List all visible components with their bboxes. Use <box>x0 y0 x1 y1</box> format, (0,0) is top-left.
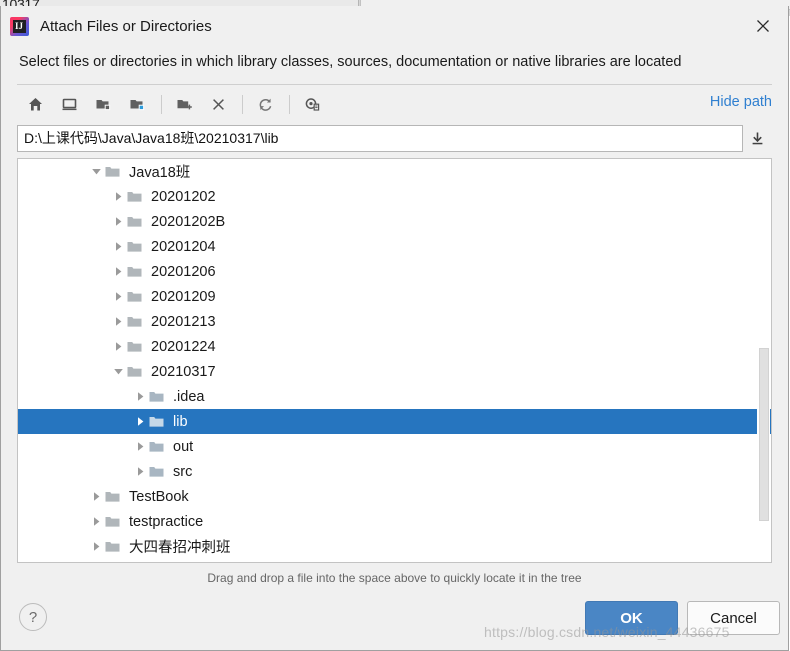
tree-row[interactable]: 20201224 <box>18 334 771 359</box>
tree-node-label: 20201202B <box>151 214 225 230</box>
tree-row[interactable]: 20201202 <box>18 184 771 209</box>
folder-icon <box>149 459 169 484</box>
folder-icon <box>105 534 125 559</box>
tree-node-label: out <box>173 439 193 455</box>
path-field-row <box>17 125 772 152</box>
tree-row[interactable]: 20201213 <box>18 309 771 334</box>
tree-node-label: src <box>173 464 192 480</box>
folder-icon <box>127 234 147 259</box>
tree-node-label: 20210317 <box>151 364 216 380</box>
toolbar-separator-3 <box>289 95 290 114</box>
tree-node-label: Java18班 <box>129 161 190 182</box>
toolbar-separator-1 <box>161 95 162 114</box>
chevron-right-icon[interactable] <box>132 409 149 434</box>
tree-row[interactable]: 20201206 <box>18 259 771 284</box>
tree-node-label: 20201204 <box>151 239 216 255</box>
cancel-button[interactable]: Cancel <box>687 601 780 635</box>
show-hidden-icon[interactable] <box>297 90 328 119</box>
tree-node-label: .idea <box>173 389 204 405</box>
folder-icon <box>127 309 147 334</box>
module-folder-icon[interactable] <box>122 90 153 119</box>
desktop-icon[interactable] <box>54 90 85 119</box>
folder-icon <box>127 359 147 384</box>
tree-node-label: lib <box>173 414 188 430</box>
delete-icon[interactable] <box>203 90 234 119</box>
home-icon[interactable] <box>20 90 51 119</box>
chevron-right-icon[interactable] <box>88 534 105 559</box>
folder-icon <box>127 184 147 209</box>
drag-drop-hint: Drag and drop a file into the space abov… <box>1 571 788 585</box>
dialog-title: Attach Files or Directories <box>40 18 212 35</box>
tree-row[interactable]: lib <box>18 409 771 434</box>
chevron-right-icon[interactable] <box>132 459 149 484</box>
folder-icon <box>127 334 147 359</box>
tree-row[interactable]: 20201204 <box>18 234 771 259</box>
tree-node-label: 20201206 <box>151 264 216 280</box>
hide-path-link[interactable]: Hide path <box>710 94 772 110</box>
folder-icon <box>127 284 147 309</box>
chevron-right-icon[interactable] <box>88 484 105 509</box>
toolbar-separator-2 <box>242 95 243 114</box>
chevron-right-icon[interactable] <box>110 309 127 334</box>
tree-row[interactable]: 大四春招冲刺班 <box>18 534 771 559</box>
intellij-idea-icon: IJ <box>10 17 29 36</box>
chevron-right-icon[interactable] <box>132 384 149 409</box>
tree-node-label: 20201209 <box>151 289 216 305</box>
dialog-description: Select files or directories in which lib… <box>1 46 788 70</box>
file-chooser-toolbar <box>17 85 772 123</box>
folder-icon <box>127 259 147 284</box>
tree-node-label: 20201224 <box>151 339 216 355</box>
tree-row[interactable]: .idea <box>18 384 771 409</box>
help-button[interactable]: ? <box>19 603 47 631</box>
new-folder-icon[interactable] <box>169 90 200 119</box>
chevron-right-icon[interactable] <box>110 334 127 359</box>
tree-row[interactable]: 20201202B <box>18 209 771 234</box>
toolbar-container: Hide path <box>17 84 772 123</box>
chevron-right-icon[interactable] <box>110 259 127 284</box>
refresh-icon[interactable] <box>250 90 281 119</box>
chevron-down-icon[interactable] <box>110 359 127 384</box>
tree-node-label: testpractice <box>129 514 203 530</box>
folder-icon <box>149 434 169 459</box>
chevron-right-icon[interactable] <box>110 209 127 234</box>
tree-row[interactable]: 20210317 <box>18 359 771 384</box>
scrollbar-thumb[interactable] <box>759 348 769 520</box>
ok-button[interactable]: OK <box>585 601 678 635</box>
tree-node-label: 20201202 <box>151 189 216 205</box>
tree-node-label: 20201213 <box>151 314 216 330</box>
tree-row[interactable]: testpractice <box>18 509 771 534</box>
folder-icon <box>127 209 147 234</box>
expand-to-path-icon[interactable] <box>743 125 772 152</box>
tree-row[interactable]: TestBook <box>18 484 771 509</box>
folder-icon <box>105 159 125 184</box>
project-folder-icon[interactable] <box>88 90 119 119</box>
directory-tree-panel[interactable]: Java18班 20201202 20201202B 20201204 20201206… <box>17 158 772 563</box>
dialog-footer: ? OK Cancel <box>1 594 788 650</box>
directory-tree: Java18班 20201202 20201202B 20201204 20201206… <box>18 159 771 559</box>
tree-row[interactable]: Java18班 <box>18 159 771 184</box>
close-icon[interactable] <box>748 12 778 40</box>
path-input[interactable] <box>17 125 743 152</box>
tree-node-label: 大四春招冲刺班 <box>129 536 231 557</box>
chevron-down-icon[interactable] <box>88 159 105 184</box>
folder-icon <box>105 509 125 534</box>
attach-files-dialog: IJ Attach Files or Directories Select fi… <box>0 6 789 651</box>
chevron-right-icon[interactable] <box>110 284 127 309</box>
chevron-right-icon[interactable] <box>110 184 127 209</box>
dialog-titlebar: IJ Attach Files or Directories <box>1 6 788 46</box>
folder-icon <box>149 409 169 434</box>
tree-row[interactable]: 20201209 <box>18 284 771 309</box>
chevron-right-icon[interactable] <box>132 434 149 459</box>
tree-row[interactable]: src <box>18 459 771 484</box>
tree-row[interactable]: out <box>18 434 771 459</box>
folder-icon <box>105 484 125 509</box>
chevron-right-icon[interactable] <box>110 234 127 259</box>
tree-vertical-scrollbar[interactable] <box>757 160 770 561</box>
folder-icon <box>149 384 169 409</box>
chevron-right-icon[interactable] <box>88 509 105 534</box>
tree-node-label: TestBook <box>129 489 189 505</box>
